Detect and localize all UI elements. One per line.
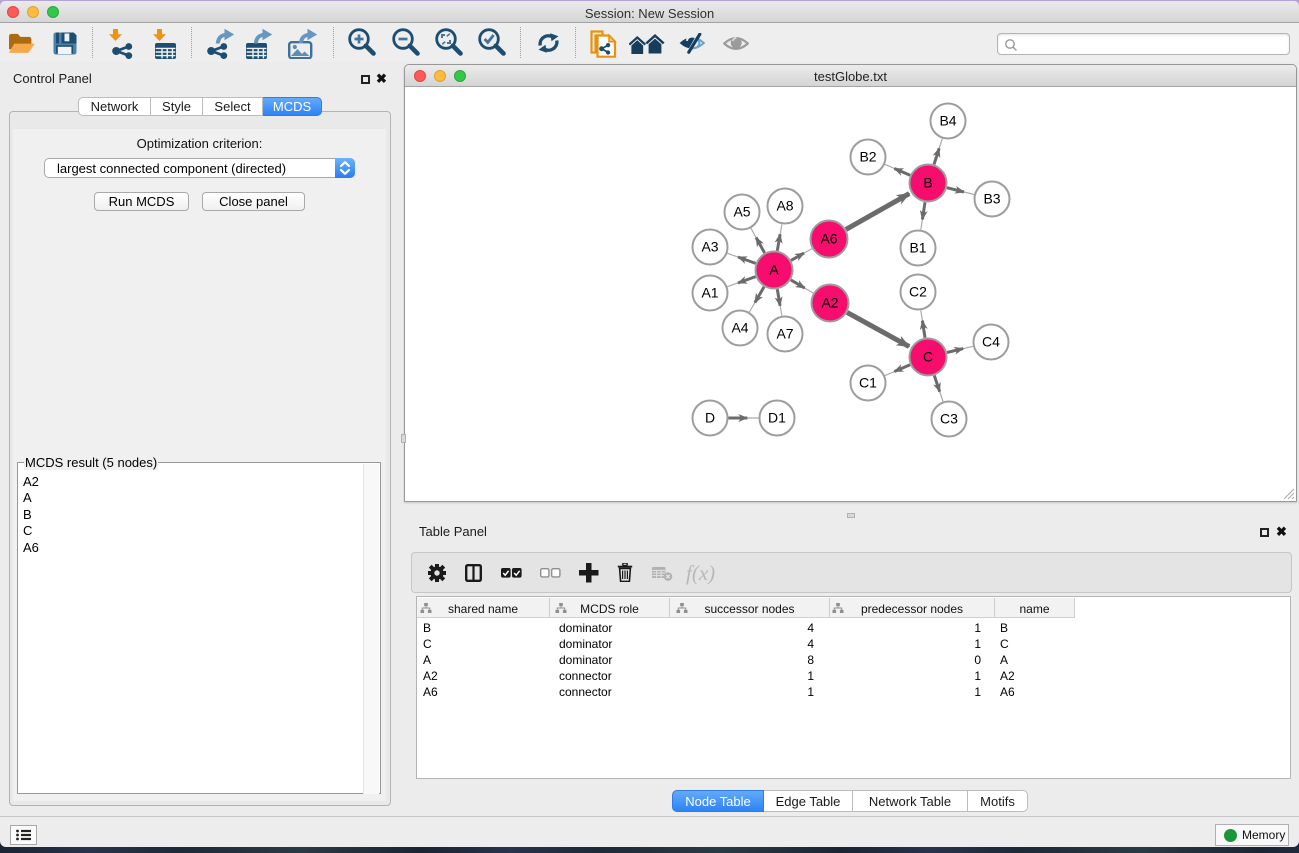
svg-text:C4: C4 <box>982 334 1000 350</box>
svg-text:B1: B1 <box>909 240 926 256</box>
svg-text:A1: A1 <box>701 285 718 301</box>
svg-text:D1: D1 <box>768 410 786 426</box>
svg-text:A5: A5 <box>733 204 750 220</box>
svg-text:C: C <box>923 349 933 365</box>
svg-text:B3: B3 <box>983 191 1000 207</box>
svg-text:B4: B4 <box>939 113 956 129</box>
svg-text:A3: A3 <box>701 239 718 255</box>
svg-text:A6: A6 <box>820 231 837 247</box>
svg-text:A4: A4 <box>731 320 748 336</box>
svg-text:A7: A7 <box>776 326 793 342</box>
svg-text:B: B <box>923 175 932 191</box>
svg-text:B2: B2 <box>859 149 876 165</box>
svg-text:A8: A8 <box>776 198 793 214</box>
svg-text:C2: C2 <box>909 284 927 300</box>
svg-text:A2: A2 <box>821 295 838 311</box>
svg-text:C3: C3 <box>940 411 958 427</box>
svg-text:A: A <box>769 262 779 278</box>
svg-text:C1: C1 <box>859 375 877 391</box>
svg-text:D: D <box>705 410 715 426</box>
